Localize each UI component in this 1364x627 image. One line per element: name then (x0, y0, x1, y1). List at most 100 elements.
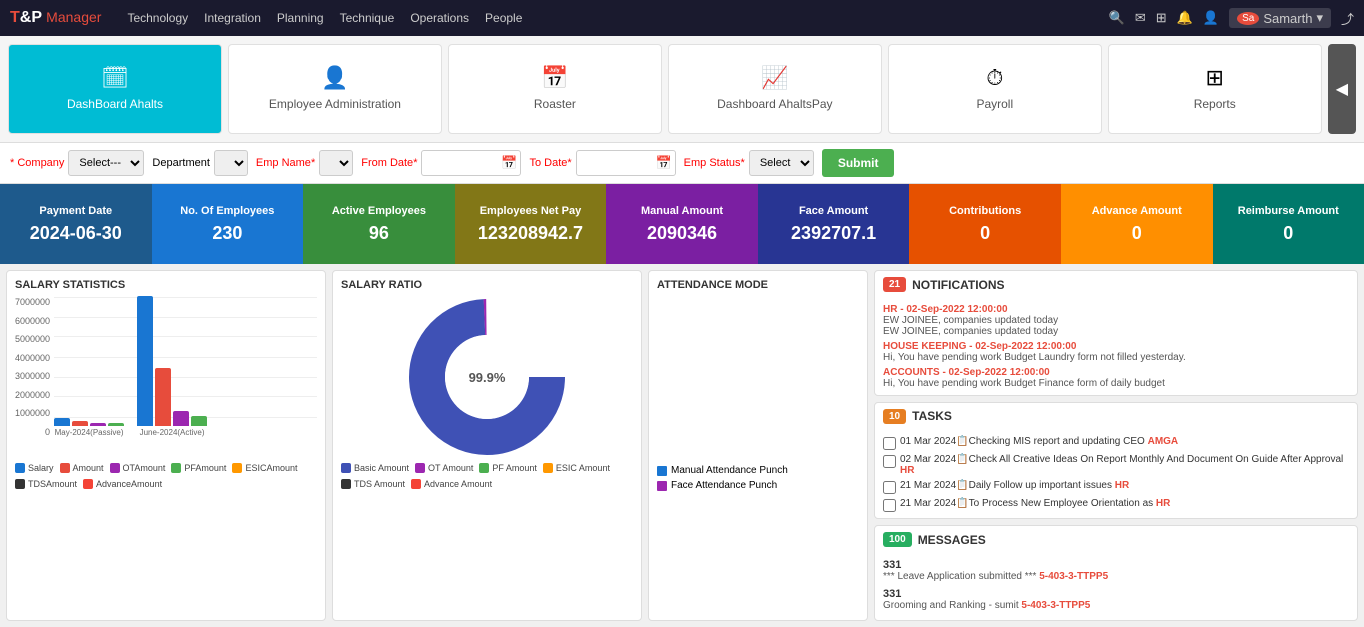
legend-salary: Salary (15, 463, 54, 473)
ratio-legend-pf: PF Amount (479, 463, 537, 473)
legend-label-esic: ESICAmount (245, 463, 297, 473)
department-select[interactable] (214, 150, 248, 176)
card-label-dashboard: DashBoard Ahalts (67, 97, 163, 113)
stat-value-8: 0 (1283, 223, 1293, 244)
scroll-right-button[interactable]: ◀ (1328, 44, 1356, 134)
msg-1-link[interactable]: 5-403-3-TTPP5 (1039, 571, 1108, 582)
msg-1-text: *** Leave Application submitted *** 5-40… (883, 571, 1349, 582)
salary-ratio-box: SALARY RATIO 99.9% Basic Amount OT Amo (332, 270, 642, 621)
calendar2-icon[interactable]: 📅 (655, 155, 671, 171)
grid-icon[interactable]: ⊞ (1156, 10, 1167, 26)
submit-button[interactable]: Submit (822, 149, 895, 177)
employee-icon: 👤 (321, 65, 348, 91)
company-select[interactable]: Select--- (68, 150, 144, 176)
card-reports[interactable]: ⊞ Reports (1108, 44, 1322, 134)
legend-pf: PFAmount (171, 463, 226, 473)
ratio-legend-esic: ESIC Amount (543, 463, 610, 473)
msg-2-link[interactable]: 5-403-3-TTPP5 (1021, 600, 1090, 611)
nav-planning[interactable]: Planning (277, 11, 324, 25)
user-icon[interactable]: 👤 (1203, 10, 1219, 26)
june-bars (137, 286, 207, 426)
card-dashboard-ahalts[interactable]: 🗓 DashBoard Ahalts (8, 44, 222, 134)
y-7m: 7000000 (15, 297, 50, 307)
svg-text:99.9%: 99.9% (469, 370, 506, 385)
card-roaster[interactable]: 📅 Roaster (448, 44, 662, 134)
stat-active-employees: Active Employees 96 (303, 184, 455, 264)
june-amount-bar (155, 368, 171, 426)
nav-people[interactable]: People (485, 11, 522, 25)
ratio-label-pf: PF Amount (492, 463, 537, 473)
user-menu[interactable]: Sa Samarth ▾ (1229, 8, 1331, 28)
task-1-text: 01 Mar 2024📋Checking MIS report and upda… (900, 436, 1178, 447)
emp-status-label: Emp Status* (684, 157, 745, 169)
stat-label-0: Payment Date (39, 204, 112, 218)
card-payroll[interactable]: ⏱ Payroll (888, 44, 1102, 134)
nav-links: Technology Integration Planning Techniqu… (127, 11, 1092, 25)
y-0: 0 (15, 427, 50, 437)
task-2-checkbox[interactable] (883, 455, 896, 468)
emp-status-select[interactable]: Select (749, 150, 814, 176)
emp-name-select[interactable] (319, 150, 353, 176)
may-label: May-2024(Passive) (54, 428, 124, 437)
salary-chart: 7000000 6000000 5000000 4000000 3000000 … (15, 297, 317, 457)
legend-dot-tds (15, 479, 25, 489)
msg-2-num: 331 (883, 588, 1349, 600)
attendance-legend: Manual Attendance Punch Face Attendance … (657, 465, 859, 491)
stat-label-6: Contributions (949, 204, 1021, 218)
task-3-checkbox[interactable] (883, 481, 896, 494)
ratio-legend-basic: Basic Amount (341, 463, 409, 473)
notifications-box: 21 NOTIFICATIONS HR - 02-Sep-2022 12:00:… (874, 270, 1358, 396)
notifications-badge: 21 (883, 277, 906, 292)
dashboard-icon: 🗓 (101, 65, 129, 91)
notif-accounts: ACCOUNTS - 02-Sep-2022 12:00:00 Hi, You … (883, 367, 1349, 389)
notif-hk-link[interactable]: HOUSE KEEPING - 02-Sep-2022 12:00:00 (883, 341, 1349, 352)
task-2-link[interactable]: HR (900, 465, 914, 476)
nav-integration[interactable]: Integration (204, 11, 261, 25)
ratio-label-tds: TDS Amount (354, 479, 405, 489)
y-4m: 4000000 (15, 353, 50, 363)
legend-label-ot: OTAmount (123, 463, 166, 473)
logout-icon[interactable]: ⤴ (1341, 9, 1354, 28)
may-amount-bar (72, 421, 88, 426)
june-pf-bar (191, 416, 207, 426)
task-4: 21 Mar 2024📋To Process New Employee Orie… (883, 498, 1349, 512)
task-3-link[interactable]: HR (1115, 480, 1129, 491)
bar-group-may: May-2024(Passive) (54, 286, 124, 437)
stat-value-6: 0 (980, 223, 990, 244)
emp-status-field: Emp Status* Select (684, 150, 814, 176)
task-1-link[interactable]: AMGA (1148, 436, 1179, 447)
nav-operations[interactable]: Operations (410, 11, 469, 25)
att-manual: Manual Attendance Punch (657, 465, 859, 476)
nav-technique[interactable]: Technique (340, 11, 395, 25)
ratio-dot-esic (543, 463, 553, 473)
notif-hr-link[interactable]: HR - 02-Sep-2022 12:00:00 (883, 304, 1349, 315)
bell-icon[interactable]: 🔔 (1177, 10, 1193, 26)
search-icon[interactable]: 🔍 (1109, 10, 1125, 26)
tasks-content: 01 Mar 2024📋Checking MIS report and upda… (875, 430, 1357, 519)
card-dashboard-pay[interactable]: 📈 Dashboard AhaltsPay (668, 44, 882, 134)
bar-group-june: June-2024(Active) (132, 286, 212, 437)
stat-value-5: 2392707.1 (791, 223, 876, 244)
brand-logo[interactable]: T&P Manager (10, 9, 101, 27)
notif-hr-text2: EW JOINEE, companies updated today (883, 326, 1349, 337)
msg-2: 331 Grooming and Ranking - sumit 5-403-3… (883, 588, 1349, 611)
calendar-icon[interactable]: 📅 (501, 155, 517, 171)
may-bars (54, 286, 124, 426)
legend-advance: AdvanceAmount (83, 479, 162, 489)
task-4-link[interactable]: HR (1156, 498, 1170, 509)
card-label-employee: Employee Administration (269, 97, 401, 113)
notif-acc-text: Hi, You have pending work Budget Finance… (883, 378, 1349, 389)
task-4-checkbox[interactable] (883, 499, 896, 512)
nav-technology[interactable]: Technology (127, 11, 188, 25)
task-1: 01 Mar 2024📋Checking MIS report and upda… (883, 436, 1349, 450)
tasks-title: TASKS (912, 409, 952, 423)
chevron-down-icon: ▾ (1316, 10, 1323, 26)
notif-acc-link[interactable]: ACCOUNTS - 02-Sep-2022 12:00:00 (883, 367, 1349, 378)
task-3-text: 21 Mar 2024📋Daily Follow up important is… (900, 480, 1129, 491)
stats-row: Payment Date 2024-06-30 No. Of Employees… (0, 184, 1364, 264)
mail-icon[interactable]: ✉ (1135, 10, 1146, 26)
legend-label-amount: Amount (73, 463, 104, 473)
msg-1: 331 *** Leave Application submitted *** … (883, 559, 1349, 582)
task-1-checkbox[interactable] (883, 437, 896, 450)
card-employee-admin[interactable]: 👤 Employee Administration (228, 44, 442, 134)
